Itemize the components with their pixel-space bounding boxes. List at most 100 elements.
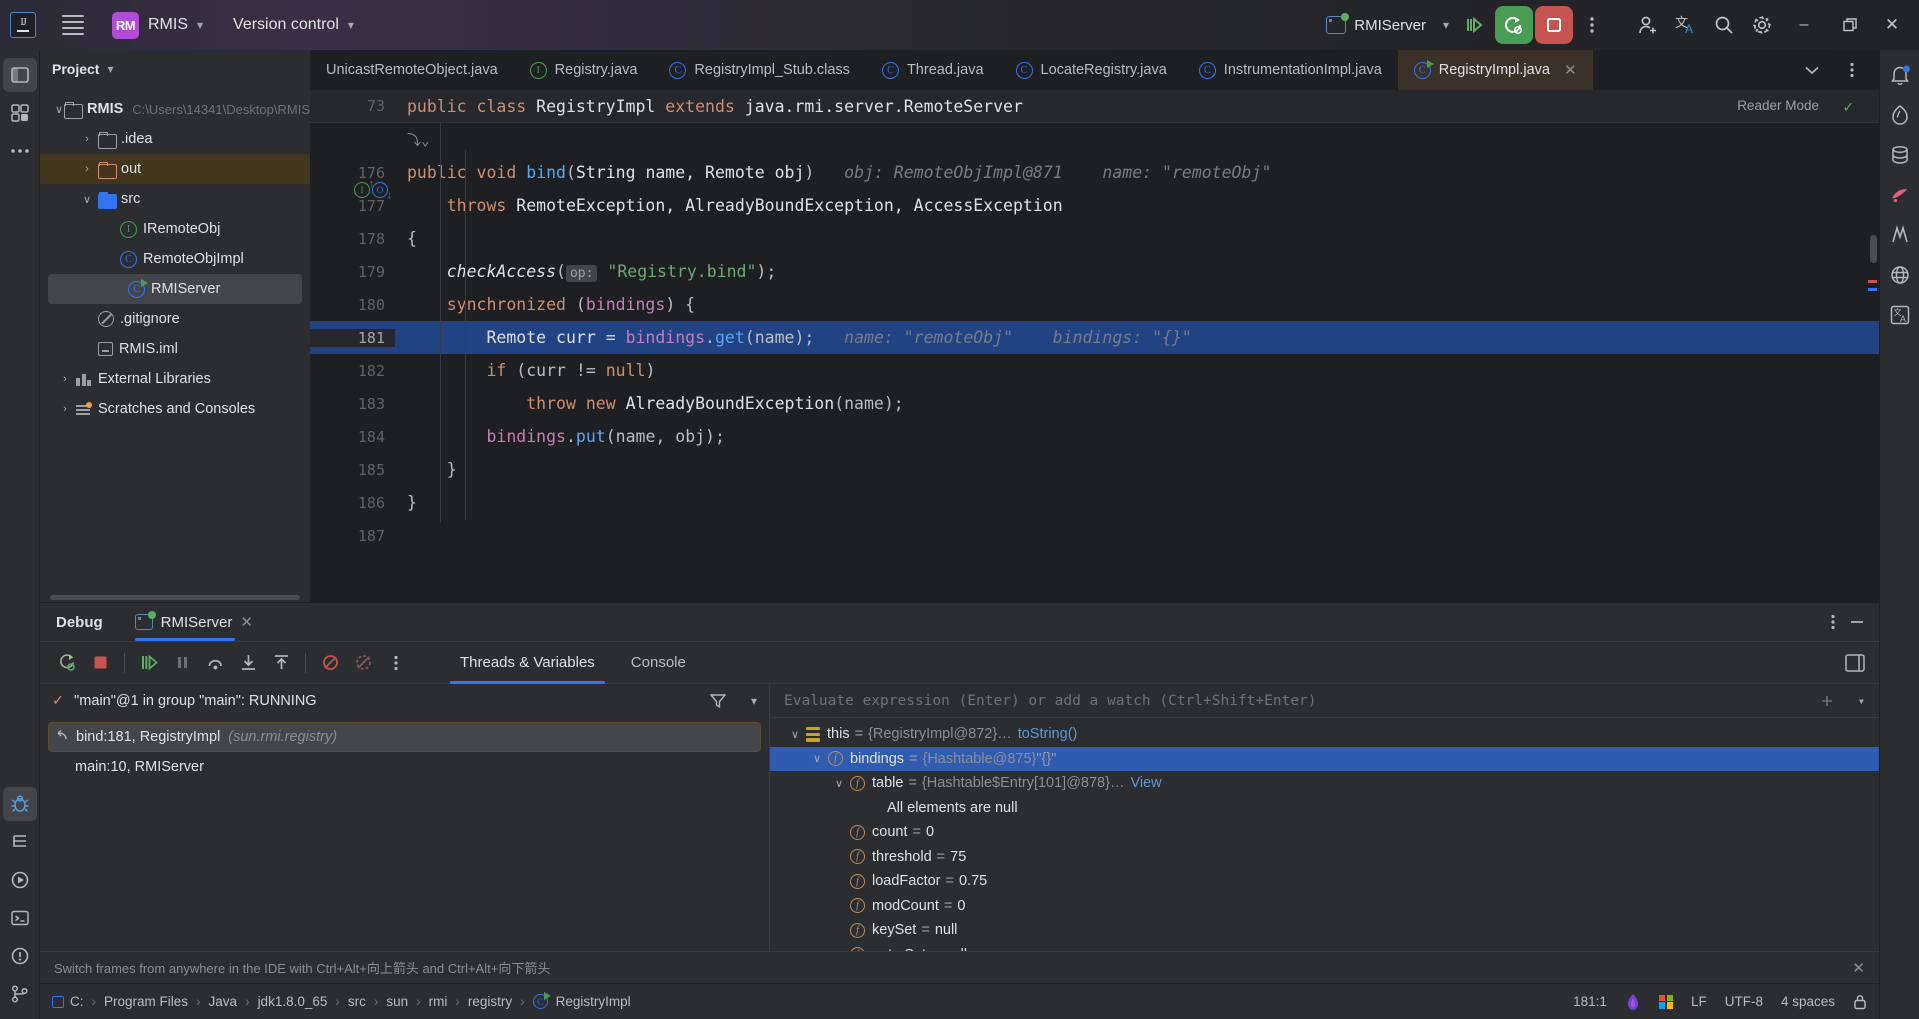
code-line-184[interactable]: 184 bindings.put(name, obj); [310, 420, 1879, 453]
editor-tab-registryjava[interactable]: I Registry.java [514, 50, 654, 90]
variable-expand-arrow[interactable]: ∨ [828, 777, 850, 790]
file-encoding[interactable]: UTF-8 [1725, 994, 1763, 1009]
main-menu-icon[interactable] [56, 8, 90, 42]
add-watch-icon[interactable] [1819, 693, 1835, 709]
gutter-icons[interactable]: IO [354, 178, 392, 201]
variables-chevron-down-icon[interactable]: ▾ [1858, 694, 1865, 708]
debug-minimize-icon[interactable] [1849, 614, 1865, 630]
project-chevron-down-icon[interactable]: ▾ [197, 18, 203, 32]
tree-node-rmis[interactable]: ∨ RMIS C:\Users\14341\Desktop\RMIS [40, 94, 310, 124]
debug-view-tab-threadsvariables[interactable]: Threads & Variables [442, 642, 613, 684]
thread-selector[interactable]: ✓ "main"@1 in group "main": RUNNING ▾ [40, 684, 769, 718]
editor-tab-unicastremoteobjectjava[interactable]: UnicastRemoteObject.java [310, 50, 514, 90]
stack-frame[interactable]: main:10, RMIServer [40, 752, 769, 782]
tree-node-idea[interactable]: › .idea [40, 124, 310, 154]
variable-row[interactable]: f threshold = 75 [770, 845, 1879, 870]
version-control-menu[interactable]: Version control [233, 16, 339, 34]
step-into-icon[interactable] [233, 648, 263, 678]
problems-tool-icon[interactable] [3, 939, 37, 973]
web-icon[interactable] [1883, 258, 1917, 292]
settings-gear-icon[interactable] [1743, 6, 1781, 44]
add-user-icon[interactable] [1629, 6, 1667, 44]
breadcrumb-item[interactable]: C: [70, 994, 84, 1009]
breadcrumb-item[interactable]: src [348, 994, 366, 1009]
editor-error-stripe-marker[interactable] [1868, 280, 1877, 283]
editor-tab-instrumentationimpljava[interactable]: C InstrumentationImpl.java [1183, 50, 1398, 90]
code-line-187[interactable]: 187 [310, 519, 1879, 552]
maximize-window-button[interactable] [1827, 0, 1873, 50]
tree-node-out[interactable]: › out [40, 154, 310, 184]
code-line-176[interactable]: 176IO public void bind(String name, Remot… [310, 156, 1879, 201]
idea-status-icon[interactable] [1625, 993, 1641, 1011]
translation-tool-icon[interactable]: 文A [1883, 298, 1917, 332]
tree-node-iremoteobj[interactable]: I IRemoteObj [40, 214, 310, 244]
tree-node-gitignore[interactable]: .gitignore [40, 304, 310, 334]
stop-icon[interactable] [1535, 6, 1573, 44]
breadcrumb-item[interactable]: rmi [429, 994, 448, 1009]
structure-tool-icon[interactable] [3, 825, 37, 859]
stop-debug-icon[interactable] [85, 648, 115, 678]
tab-list-chevron-down-icon[interactable] [1793, 51, 1831, 89]
step-out-icon[interactable] [266, 648, 296, 678]
terminal-tool-icon[interactable] [3, 901, 37, 935]
editor-vertical-scrollbar[interactable] [1870, 235, 1877, 263]
tree-expand-arrow[interactable]: › [76, 163, 98, 175]
debug-toolbar-more-icon[interactable] [381, 648, 411, 678]
commit-tool-icon[interactable] [3, 96, 37, 130]
code-line-fold[interactable]: ⤵⌄ [310, 123, 1879, 156]
more-tool-windows-icon[interactable] [3, 134, 37, 168]
resume-program-icon[interactable] [134, 648, 164, 678]
debug-session-tab[interactable]: RMIServer ✕ [134, 603, 253, 641]
variable-row[interactable]: f count = 0 [770, 820, 1879, 845]
more-actions-icon[interactable] [1573, 6, 1611, 44]
lock-icon[interactable] [1853, 994, 1867, 1010]
editor-tab-threadjava[interactable]: C Thread.java [866, 50, 1000, 90]
code-line-179[interactable]: 179 checkAccess(op: "Registry.bind"); [310, 255, 1879, 288]
variable-expand-arrow[interactable]: ∨ [806, 752, 828, 765]
reader-mode-label[interactable]: Reader Mode [1737, 98, 1819, 113]
code-editor[interactable]: 73 public class RegistryImpl extends jav… [310, 90, 1879, 602]
code-line-177[interactable]: 177 throws RemoteException, AlreadyBound… [310, 189, 1879, 222]
close-tab-icon[interactable]: ✕ [1564, 61, 1577, 79]
code-line-186[interactable]: 186} [310, 486, 1879, 519]
version-control-tool-icon[interactable] [3, 977, 37, 1011]
gradle-icon[interactable] [1883, 178, 1917, 212]
variable-row[interactable]: f modCount = 0 [770, 894, 1879, 919]
ai-assistant-icon[interactable] [1883, 98, 1917, 132]
run-config-chevron-down-icon[interactable]: ▾ [1443, 18, 1449, 32]
search-icon[interactable] [1705, 6, 1743, 44]
breadcrumb-item[interactable]: Java [209, 994, 238, 1009]
database-icon[interactable] [1883, 138, 1917, 172]
view-breakpoints-icon[interactable] [348, 648, 378, 678]
run-tool-icon[interactable] [3, 863, 37, 897]
evaluate-expression-field[interactable]: Evaluate expression (Enter) or add a wat… [770, 684, 1879, 718]
project-panel-chevron-down-icon[interactable]: ▾ [107, 62, 113, 76]
variable-action-link[interactable]: View [1130, 775, 1161, 791]
tree-node-rmiserver[interactable]: C RMIServer [48, 274, 302, 304]
step-over-icon[interactable] [200, 648, 230, 678]
thread-chevron-down-icon[interactable]: ▾ [751, 694, 757, 708]
code-line-178[interactable]: 178 { [310, 222, 1879, 255]
breadcrumb-item[interactable]: sun [386, 994, 408, 1009]
notifications-icon[interactable] [1883, 58, 1917, 92]
tree-expand-arrow[interactable]: › [76, 133, 98, 145]
tree-node-externallibraries[interactable]: › External Libraries [40, 364, 310, 394]
minimize-window-button[interactable]: – [1781, 0, 1827, 50]
maven-icon[interactable] [1883, 218, 1917, 252]
debug-more-vertical-icon[interactable] [1831, 614, 1835, 630]
variable-row[interactable]: ∨ f bindings = {Hashtable@875} "{}" [770, 746, 1879, 771]
stack-frame[interactable]: bind:181, RegistryImpl (sun.rmi.registry) [48, 722, 761, 752]
translate-icon[interactable]: 文A [1667, 6, 1705, 44]
tree-node-rmisiml[interactable]: RMIS.iml [40, 334, 310, 364]
variable-row[interactable]: ∨ this = {RegistryImpl@872} … toString() [770, 722, 1879, 747]
breadcrumb-item[interactable]: registry [468, 994, 512, 1009]
variable-row[interactable]: f keySet = null [770, 918, 1879, 943]
code-line-182[interactable]: 182 if (curr != null) [310, 354, 1879, 387]
close-window-button[interactable]: ✕ [1873, 0, 1919, 50]
variable-expand-arrow[interactable]: ∨ [784, 728, 806, 741]
tree-expand-arrow[interactable]: ∨ [54, 103, 64, 116]
inspections-ok-icon[interactable]: ✓ [1843, 97, 1853, 116]
line-separator[interactable]: LF [1691, 994, 1707, 1009]
tree-node-scratchesandconsoles[interactable]: › Scratches and Consoles [40, 394, 310, 424]
debug-view-tab-console[interactable]: Console [613, 642, 704, 684]
